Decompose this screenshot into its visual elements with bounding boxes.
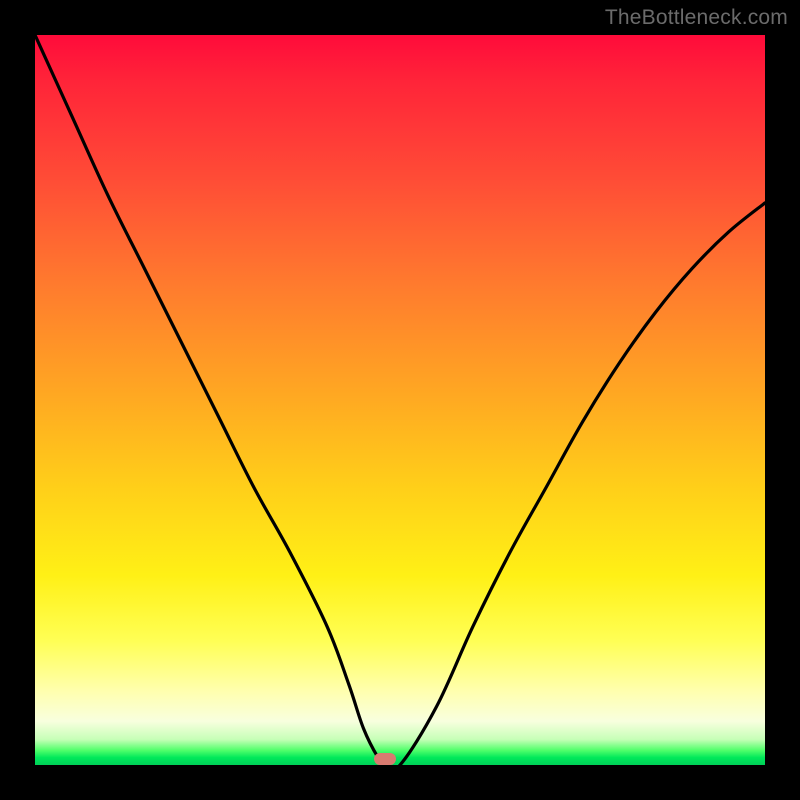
- watermark-text: TheBottleneck.com: [605, 6, 788, 30]
- optimal-point-marker: [374, 753, 396, 765]
- bottleneck-curve: [35, 35, 765, 765]
- plot-area: [35, 35, 765, 765]
- chart-frame: TheBottleneck.com: [0, 0, 800, 800]
